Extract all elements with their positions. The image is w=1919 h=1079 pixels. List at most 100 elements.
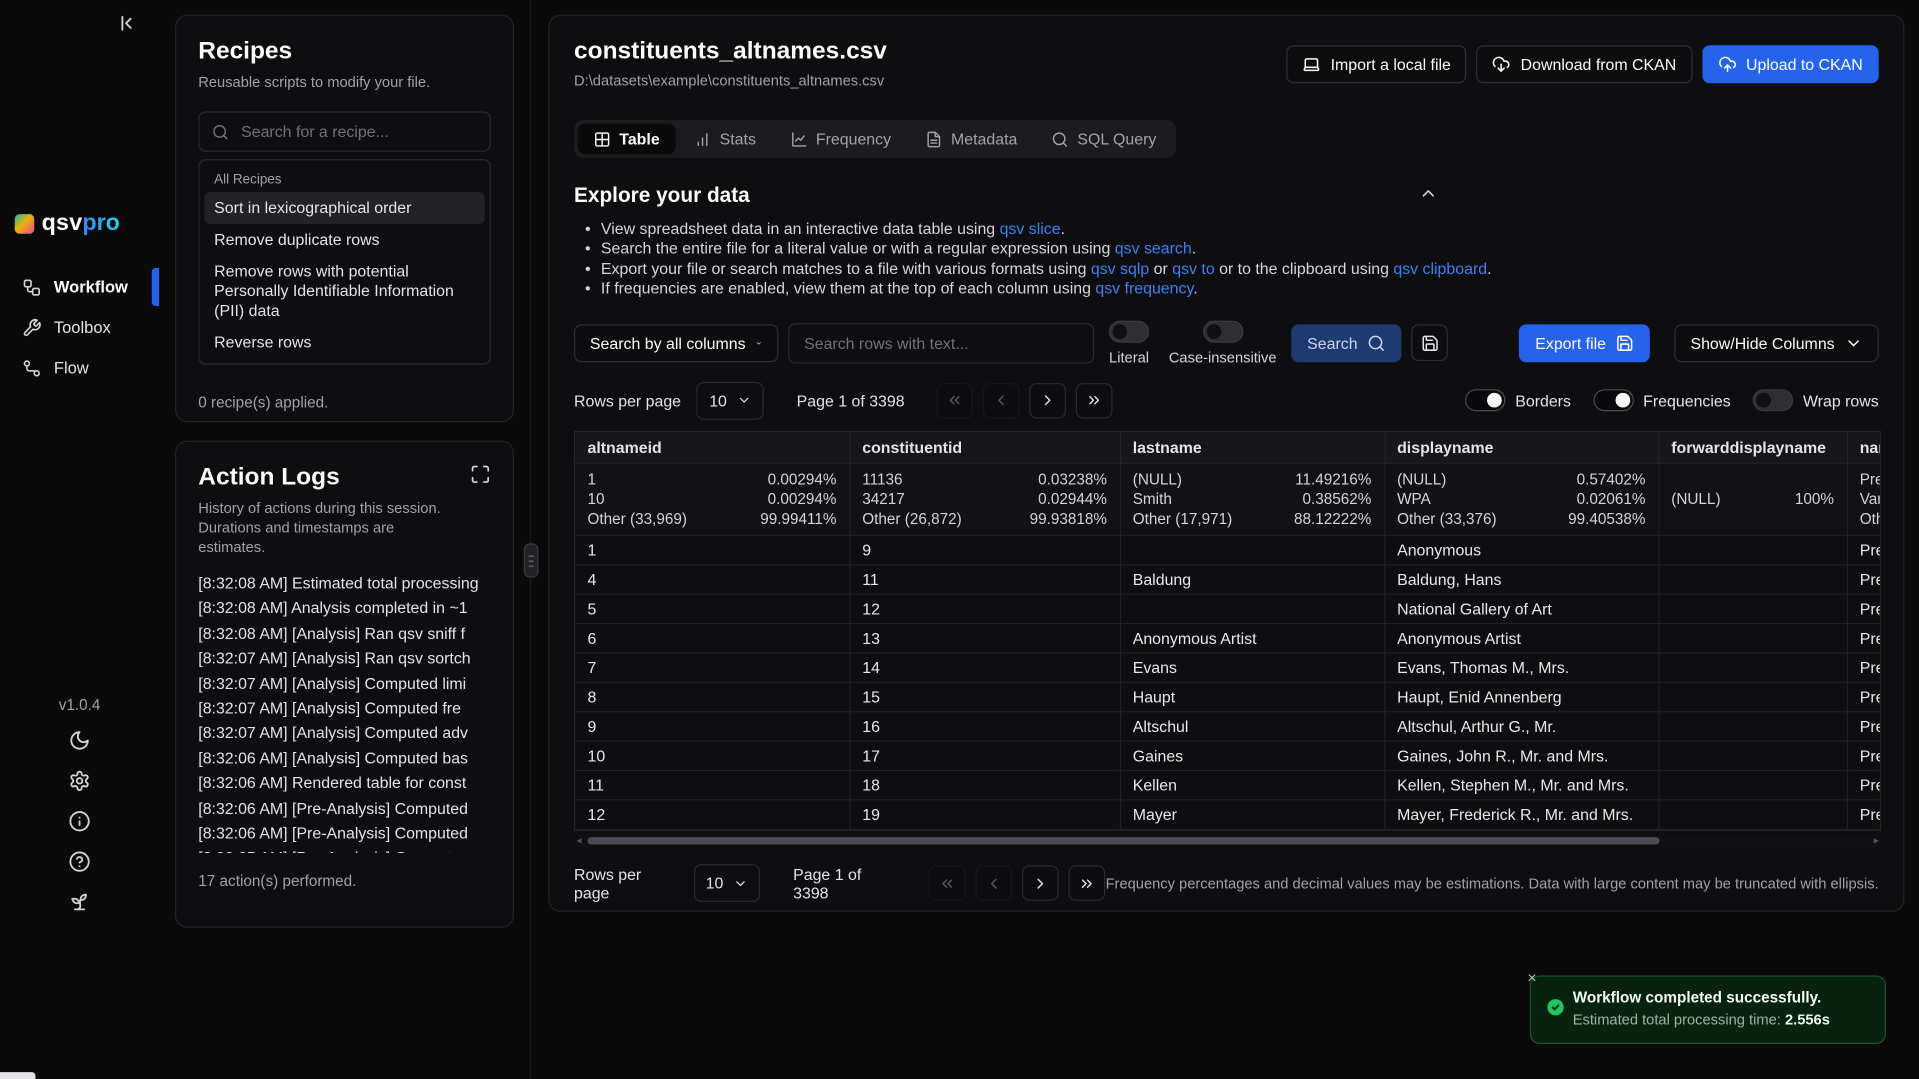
table-row[interactable]: 1219MayerMayer, Frederick R., Mr. and Mr… — [575, 800, 1881, 829]
button-label: Download from CKAN — [1521, 55, 1677, 73]
literal-toggle[interactable] — [1109, 320, 1149, 342]
rows-per-page-value: 10 — [706, 874, 724, 892]
bullet-item: Export your file or search matches to a … — [601, 259, 1879, 279]
sidebar-item-workflow[interactable]: Workflow — [0, 267, 159, 307]
bullet-item: View spreadsheet data in an interactive … — [601, 219, 1879, 239]
qsv-frequency-link[interactable]: qsv frequency — [1095, 279, 1193, 297]
table-cell: Gaines, John R., Mr. and Mrs. — [1384, 741, 1658, 770]
qsv-clipboard-link[interactable]: qsv clipboard — [1393, 259, 1487, 277]
table-cell — [1658, 624, 1846, 653]
scroll-left-arrow[interactable]: ◂ — [576, 835, 581, 847]
table-cell: Mayer, Frederick R., Mr. and Mrs. — [1384, 800, 1658, 829]
qsv-to-link[interactable]: qsv to — [1172, 259, 1214, 277]
previous-page-button[interactable] — [983, 383, 1020, 418]
chevron-down-icon — [755, 334, 762, 352]
chevron-left-icon — [986, 875, 1003, 892]
table-header-row: altnameidconstituentidlastnamedisplaynam… — [575, 432, 1881, 463]
case-insensitive-toggle[interactable] — [1203, 320, 1243, 342]
tab-table[interactable]: Table — [578, 124, 676, 155]
sidebar-item-flow[interactable]: Flow — [0, 348, 159, 388]
scrollbar-thumb[interactable] — [587, 837, 1659, 844]
import-local-file-button[interactable]: Import a local file — [1287, 45, 1467, 83]
tab-sql-query[interactable]: SQL Query — [1036, 124, 1173, 155]
table-cell — [1658, 683, 1846, 712]
sidebar-collapse-button[interactable] — [115, 12, 137, 34]
table-row[interactable]: 1017GainesGaines, John R., Mr. and Mrs.P… — [575, 741, 1881, 770]
table-cell: 7 — [575, 653, 849, 682]
borders-toggle[interactable] — [1465, 389, 1505, 411]
tab-frequency[interactable]: Frequency — [774, 124, 907, 155]
first-page-button[interactable] — [936, 383, 973, 418]
search-columns-dropdown[interactable]: Search by all columns — [574, 324, 778, 362]
horizontal-scrollbar[interactable]: ◂ ▸ — [574, 835, 1881, 847]
info-button[interactable] — [69, 810, 91, 832]
rows-per-page-label: Rows per page — [574, 865, 677, 902]
settings-button[interactable] — [69, 770, 91, 792]
search-icon — [1367, 334, 1385, 352]
search-button[interactable]: Search — [1291, 324, 1401, 362]
sidebar-item-toolbox[interactable]: Toolbox — [0, 307, 159, 347]
table-footnote: Frequency percentages and decimal values… — [1106, 875, 1879, 892]
table-cell: 10 — [575, 741, 849, 770]
theme-toggle-button[interactable] — [69, 729, 91, 751]
workflow-icon — [22, 277, 42, 297]
tab-metadata[interactable]: Metadata — [909, 124, 1033, 155]
table-cell: 13 — [849, 624, 1119, 653]
recipe-search-input[interactable] — [239, 121, 478, 142]
last-page-button[interactable] — [1076, 383, 1113, 418]
recipe-item[interactable]: Remove rows with potential Personally Id… — [204, 256, 484, 327]
table-cell: 5 — [575, 594, 849, 623]
rows-per-page-select[interactable]: 10 — [697, 381, 764, 419]
save-search-button[interactable] — [1411, 324, 1448, 361]
log-list[interactable]: [8:32:08 AM] Estimated total processing … — [198, 572, 491, 853]
table-cell: Pre — [1847, 536, 1881, 565]
rows-per-page-select[interactable]: 10 — [693, 864, 760, 902]
table-cell: Evans — [1120, 653, 1384, 682]
table-row[interactable]: 714EvansEvans, Thomas M., Mrs.Pre — [575, 653, 1881, 682]
sprout-button[interactable] — [69, 891, 91, 913]
expand-logs-button[interactable] — [470, 464, 491, 485]
recipe-item[interactable]: Reverse rows — [204, 327, 484, 359]
log-entry: [8:32:07 AM] [Analysis] Computed fre — [198, 696, 491, 721]
data-table-container: altnameidconstituentidlastnamedisplaynam… — [574, 430, 1881, 831]
processing-time-value: 2.556s — [1785, 1011, 1830, 1028]
qsv-sqlp-link[interactable]: qsv sqlp — [1091, 259, 1149, 277]
sidebar-item-label: Toolbox — [54, 318, 111, 336]
row-search-input[interactable] — [788, 323, 1094, 363]
download-from-ckan-button[interactable]: Download from CKAN — [1477, 45, 1693, 83]
table-cell: 11 — [849, 565, 1119, 594]
table-cell: Haupt — [1120, 683, 1384, 712]
help-button[interactable] — [69, 851, 91, 873]
toast-close-button[interactable]: × — [1527, 969, 1536, 985]
wrap-rows-toggle[interactable] — [1753, 389, 1793, 411]
show-hide-columns-button[interactable]: Show/Hide Columns — [1675, 324, 1879, 362]
save-icon — [1421, 334, 1439, 352]
table-row[interactable]: 512National Gallery of ArtPre — [575, 594, 1881, 623]
export-file-button[interactable]: Export file — [1519, 324, 1650, 362]
chevron-down-icon — [1844, 334, 1862, 352]
table-cell: Pre — [1847, 712, 1881, 741]
table-row[interactable]: 19AnonymousPre — [575, 536, 1881, 565]
tab-stats[interactable]: Stats — [678, 124, 772, 155]
table-cell: Kellen — [1120, 771, 1384, 800]
scroll-right-arrow[interactable]: ▸ — [1874, 835, 1879, 847]
previous-page-button[interactable] — [976, 866, 1013, 901]
next-page-button[interactable] — [1029, 383, 1066, 418]
frequencies-toggle[interactable] — [1593, 389, 1633, 411]
upload-to-ckan-button[interactable]: Upload to CKAN — [1702, 45, 1879, 83]
recipe-item[interactable]: Sort in lexicographical order — [204, 192, 484, 224]
first-page-button[interactable] — [929, 866, 966, 901]
collapse-section-button[interactable] — [1419, 184, 1439, 204]
qsv-slice-link[interactable]: qsv slice — [1000, 219, 1061, 237]
panel-resize-handle[interactable] — [524, 543, 539, 577]
table-row[interactable]: 1118KellenKellen, Stephen M., Mr. and Mr… — [575, 771, 1881, 800]
qsv-search-link[interactable]: qsv search — [1115, 239, 1192, 257]
table-row[interactable]: 411BaldungBaldung, HansPre — [575, 565, 1881, 594]
next-page-button[interactable] — [1022, 866, 1059, 901]
table-row[interactable]: 613Anonymous ArtistAnonymous ArtistPre — [575, 624, 1881, 653]
recipe-list: All Recipes Sort in lexicographical orde… — [198, 159, 491, 365]
table-row[interactable]: 815HauptHaupt, Enid AnnenbergPre — [575, 683, 1881, 712]
table-row[interactable]: 916AltschulAltschul, Arthur G., Mr.Pre — [575, 712, 1881, 741]
last-page-button[interactable] — [1069, 866, 1106, 901]
recipe-item[interactable]: Remove duplicate rows — [204, 224, 484, 256]
